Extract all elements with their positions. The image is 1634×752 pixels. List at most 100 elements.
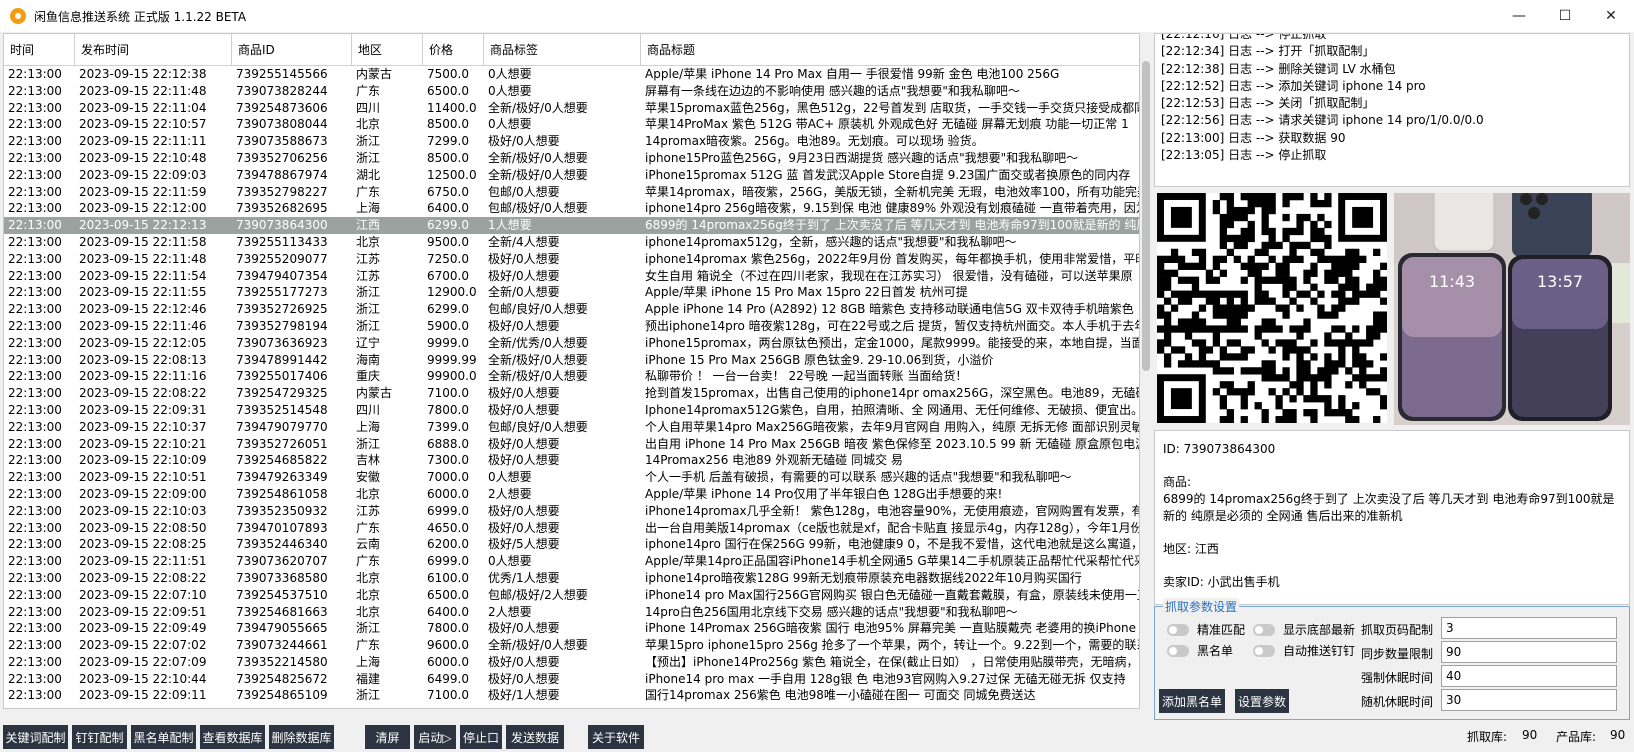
force-sleep-input[interactable]: 40 bbox=[1441, 665, 1617, 687]
table-row[interactable]: 22:13:00 2023-09-15 22:12:00 739352682695 上… bbox=[4, 200, 1139, 217]
table-scrollbar[interactable] bbox=[1140, 33, 1152, 709]
table-row[interactable]: 22:13:00 2023-09-15 22:10:51 739479263349 安… bbox=[4, 469, 1139, 486]
table-row[interactable]: 22:13:00 2023-09-15 22:11:04 739254873606 四… bbox=[4, 100, 1139, 117]
scrollbar-thumb[interactable] bbox=[1142, 61, 1150, 371]
table-row[interactable]: 22:13:00 2023-09-15 22:11:16 739255017406 重… bbox=[4, 368, 1139, 385]
table-row[interactable]: 22:13:00 2023-09-15 22:11:58 739255113433 北… bbox=[4, 234, 1139, 251]
log-line: [22:12:53] 日志 --> 关闭「抓取配制」 bbox=[1161, 96, 1375, 111]
header-title[interactable]: 商品标题 bbox=[641, 34, 1139, 66]
table-row[interactable]: 22:13:00 2023-09-15 22:11:51 739073620707 广… bbox=[4, 553, 1139, 570]
cell-tags: 包邮/良好/0人想要 bbox=[488, 302, 588, 317]
table-row[interactable]: 22:13:00 2023-09-15 22:10:03 739352350932 江… bbox=[4, 503, 1139, 520]
set-params-button[interactable]: 设置参数 bbox=[1235, 689, 1289, 713]
close-button[interactable]: ✕ bbox=[1588, 0, 1634, 32]
cell-title: 苹果15pro iphone15pro 256g 抢多了一个苹果，两个，转让一个… bbox=[645, 638, 1139, 653]
table-row[interactable]: 22:13:00 2023-09-15 22:11:11 739073588673 浙… bbox=[4, 133, 1139, 150]
table-row[interactable]: 22:13:00 2023-09-15 22:10:21 739352726051 浙… bbox=[4, 436, 1139, 453]
cell-price: 7250.0 bbox=[427, 251, 469, 266]
table-row[interactable]: 22:13:00 2023-09-15 22:12:46 739352726925 浙… bbox=[4, 301, 1139, 318]
table-row[interactable]: 22:13:00 2023-09-15 22:11:55 739255177273 浙… bbox=[4, 284, 1139, 301]
table-row[interactable]: 22:13:00 2023-09-15 22:12:13 739073864300 江… bbox=[4, 217, 1139, 234]
table-row[interactable]: 22:13:00 2023-09-15 22:09:49 739479055665 浙… bbox=[4, 620, 1139, 637]
table-row[interactable]: 22:13:00 2023-09-15 22:08:22 739073368580 北… bbox=[4, 570, 1139, 587]
cell-price: 6999.0 bbox=[427, 554, 469, 569]
header-time[interactable]: 时间 bbox=[4, 34, 75, 66]
toggle-switch-icon[interactable] bbox=[1167, 644, 1189, 657]
cell-region: 海南 bbox=[356, 352, 381, 367]
cell-time: 22:13:00 bbox=[8, 134, 62, 149]
cell-time: 22:13:00 bbox=[8, 67, 62, 81]
toggle-switch-icon[interactable] bbox=[1167, 623, 1189, 636]
table-row[interactable]: 22:13:00 2023-09-15 22:09:11 739254865109 浙… bbox=[4, 687, 1139, 704]
cell-region: 福建 bbox=[356, 671, 381, 686]
cell-region: 四川 bbox=[356, 100, 381, 115]
cell-title: Apple iPhone 14 Pro (A2892) 12 8GB 暗紫色 支… bbox=[645, 302, 1139, 317]
table-row[interactable]: 22:13:00 2023-09-15 22:11:48 739073828244 广… bbox=[4, 83, 1139, 100]
delete-database-button[interactable]: 删除数据库 bbox=[269, 725, 334, 749]
product-table[interactable]: 时间 发布时间 商品ID 地区 价格 商品标签 商品标题 22:13:00 202… bbox=[3, 33, 1140, 709]
table-row[interactable]: 22:13:00 2023-09-15 22:10:09 739254685822 吉… bbox=[4, 452, 1139, 469]
table-row[interactable]: 22:13:00 2023-09-15 22:09:03 739478867974 湖… bbox=[4, 167, 1139, 184]
table-row[interactable]: 22:13:00 2023-09-15 22:12:38 739255145566 内… bbox=[4, 66, 1139, 83]
table-row[interactable]: 22:13:00 2023-09-15 22:07:02 739073244661 广… bbox=[4, 637, 1139, 654]
table-row[interactable]: 22:13:00 2023-09-15 22:10:37 739479079770 上… bbox=[4, 419, 1139, 436]
table-row[interactable]: 22:13:00 2023-09-15 22:11:54 739479407354 江… bbox=[4, 268, 1139, 285]
table-row[interactable]: 22:13:00 2023-09-15 22:08:22 739254729325 内… bbox=[4, 385, 1139, 402]
stop-button[interactable]: 停止口 bbox=[460, 725, 502, 749]
sync-limit-input[interactable]: 90 bbox=[1441, 641, 1617, 663]
cell-region: 江西 bbox=[356, 218, 381, 233]
table-row[interactable]: 22:13:00 2023-09-15 22:07:10 739254537510 北… bbox=[4, 587, 1139, 604]
table-row[interactable]: 22:13:00 2023-09-15 22:10:57 739073808044 北… bbox=[4, 116, 1139, 133]
keyword-config-button[interactable]: 关键词配制 bbox=[3, 725, 68, 749]
header-tags[interactable]: 商品标签 bbox=[484, 34, 641, 66]
minimize-button[interactable]: — bbox=[1496, 0, 1542, 32]
view-database-button[interactable]: 查看数据库 bbox=[200, 725, 265, 749]
cell-time: 22:13:00 bbox=[8, 570, 62, 585]
random-sleep-input[interactable]: 30 bbox=[1441, 689, 1617, 711]
cell-tags: 极好/0人想要 bbox=[488, 654, 560, 669]
detail-product-label: 商品: bbox=[1163, 475, 1192, 489]
cell-price: 7100.0 bbox=[427, 688, 469, 703]
table-row[interactable]: 22:13:00 2023-09-15 22:10:48 739352706256 浙… bbox=[4, 150, 1139, 167]
about-button[interactable]: 关于软件 bbox=[588, 725, 644, 749]
add-blacklist-button[interactable]: 添加黑名单 bbox=[1159, 689, 1225, 713]
show-bottom-latest-toggle[interactable]: 显示底部最新 bbox=[1253, 621, 1355, 638]
start-button[interactable]: 启动▷ bbox=[414, 725, 456, 749]
page-config-input[interactable]: 3 bbox=[1441, 617, 1617, 639]
log-line: [22:12:34] 日志 --> 打开「抓取配制」 bbox=[1161, 44, 1375, 59]
header-price[interactable]: 价格 bbox=[423, 34, 484, 66]
toggle-switch-icon[interactable] bbox=[1253, 623, 1275, 636]
table-row[interactable]: 22:13:00 2023-09-15 22:09:31 739352514548 四… bbox=[4, 402, 1139, 419]
table-row[interactable]: 22:13:00 2023-09-15 22:10:44 739254825672 福… bbox=[4, 671, 1139, 688]
blacklist-config-button[interactable]: 黑名单配制 bbox=[131, 725, 196, 749]
table-row[interactable]: 22:13:00 2023-09-15 22:12:05 739073636923 辽… bbox=[4, 335, 1139, 352]
exact-match-toggle[interactable]: 精准匹配 bbox=[1167, 621, 1245, 638]
cell-time: 22:13:00 bbox=[8, 604, 62, 619]
maximize-button[interactable]: ☐ bbox=[1542, 0, 1588, 32]
dingtalk-config-button[interactable]: 钉钉配制 bbox=[72, 725, 127, 749]
cell-title: 【预出】iPhone14Pro256g 紫色 箱说全，在保(截止日如） ，日常使… bbox=[645, 654, 1139, 669]
table-row[interactable]: 22:13:00 2023-09-15 22:11:48 739255209077 江… bbox=[4, 251, 1139, 268]
table-row[interactable]: 22:13:00 2023-09-15 22:08:25 739352446340 云… bbox=[4, 536, 1139, 553]
auto-push-dingtalk-toggle[interactable]: 自动推送钉钉 bbox=[1253, 642, 1355, 659]
cell-product-id: 739254861058 bbox=[236, 486, 328, 501]
blacklist-toggle[interactable]: 黑名单 bbox=[1167, 642, 1233, 659]
table-row[interactable]: 22:13:00 2023-09-15 22:11:59 739352798227 广… bbox=[4, 184, 1139, 201]
table-row[interactable]: 22:13:00 2023-09-15 22:09:00 739254861058 北… bbox=[4, 486, 1139, 503]
header-publish-time[interactable]: 发布时间 bbox=[75, 34, 232, 66]
send-data-button[interactable]: 发送数据 bbox=[506, 725, 564, 749]
table-row[interactable]: 22:13:00 2023-09-15 22:07:09 739352214580 上… bbox=[4, 654, 1139, 671]
table-row[interactable]: 22:13:00 2023-09-15 22:08:13 739478991442 海… bbox=[4, 352, 1139, 369]
table-row[interactable]: 22:13:00 2023-09-15 22:08:50 739470107893 广… bbox=[4, 520, 1139, 537]
table-row[interactable]: 22:13:00 2023-09-15 22:09:51 739254681663 北… bbox=[4, 604, 1139, 621]
header-product-id[interactable]: 商品ID bbox=[232, 34, 352, 66]
header-region[interactable]: 地区 bbox=[352, 34, 423, 66]
toggle-switch-icon[interactable] bbox=[1253, 644, 1275, 657]
table-row[interactable]: 22:13:00 2023-09-15 22:11:46 739352798194 浙… bbox=[4, 318, 1139, 335]
cell-region: 上海 bbox=[356, 201, 381, 216]
clear-screen-button[interactable]: 清屏 bbox=[365, 725, 410, 749]
cell-tags: 包邮/极好/0人想要 bbox=[488, 201, 588, 216]
cell-region: 广东 bbox=[356, 83, 381, 98]
cell-tags: 优秀/1人想要 bbox=[488, 570, 560, 585]
cell-title: iPhone 14Promax 256G暗夜紫 国行 电池95% 屏幕完美 一直… bbox=[645, 621, 1139, 636]
